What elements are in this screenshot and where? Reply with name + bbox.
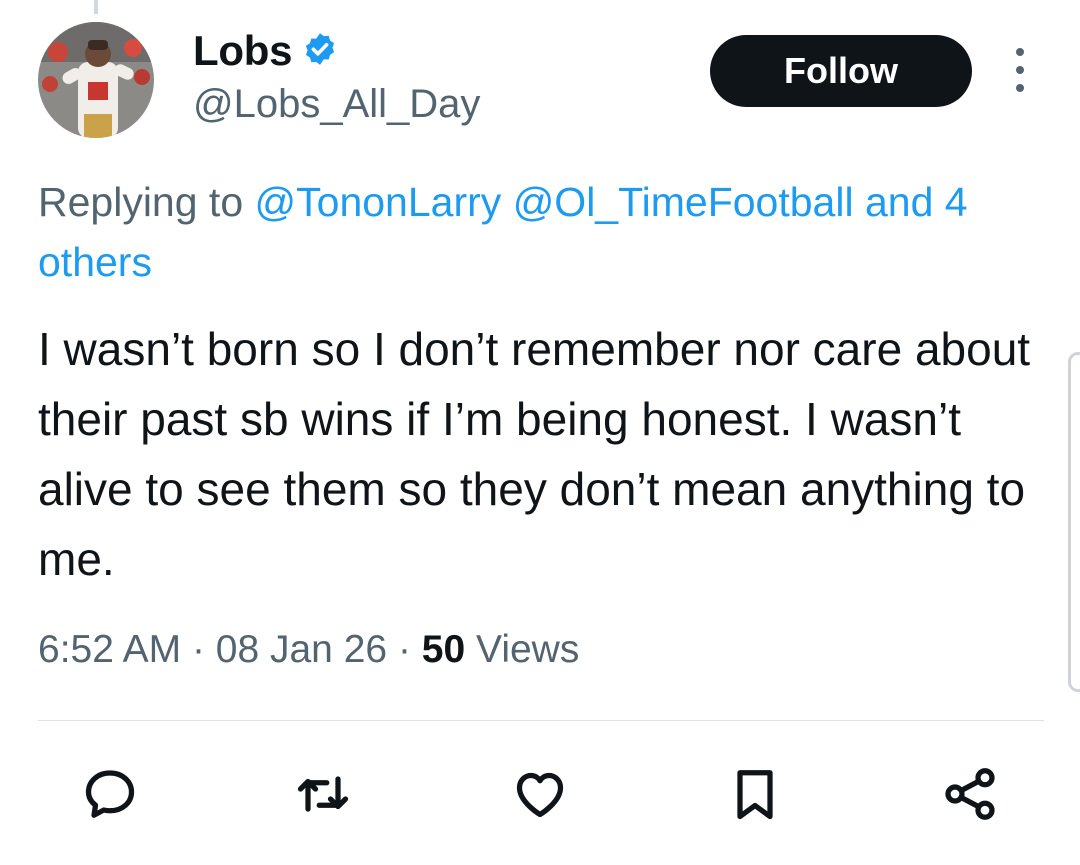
scrollbar-handle[interactable]	[1068, 352, 1080, 692]
mention-link[interactable]: @TononLarry	[255, 179, 502, 225]
replying-to-prefix: Replying to	[38, 179, 244, 225]
share-icon[interactable]	[940, 764, 1000, 824]
bookmark-icon[interactable]	[725, 764, 785, 824]
author-display-name[interactable]: Lobs	[193, 27, 292, 75]
follow-button[interactable]: Follow	[710, 35, 972, 107]
thread-connector-line	[94, 0, 98, 14]
meta-separator: ·	[397, 628, 411, 671]
views-label[interactable]: Views	[476, 628, 579, 671]
replying-to-line: Replying to @TononLarry @Ol_TimeFootball…	[38, 172, 1058, 292]
mention-link[interactable]: @Ol_TimeFootball	[513, 179, 854, 225]
avatar[interactable]	[38, 22, 154, 138]
author-handle[interactable]: @Lobs_All_Day	[193, 82, 480, 127]
like-icon[interactable]	[510, 764, 570, 824]
author-name-row: Lobs	[193, 26, 338, 76]
replying-joiner[interactable]: and	[865, 179, 933, 225]
tweet-metadata: 6:52 AM · 08 Jan 26 · 50 Views	[38, 628, 579, 672]
verified-badge-icon	[302, 31, 338, 72]
tweet-time[interactable]: 6:52 AM	[38, 628, 181, 671]
tweet-text: I wasn’t born so I don’t remember nor ca…	[38, 323, 1031, 585]
divider	[38, 720, 1044, 721]
meta-separator: ·	[191, 628, 205, 671]
tweet-date[interactable]: 08 Jan 26	[216, 628, 387, 671]
more-options-icon[interactable]	[1008, 48, 1032, 92]
views-count[interactable]: 50	[422, 628, 465, 671]
reply-icon[interactable]	[80, 764, 140, 824]
retweet-icon[interactable]	[293, 764, 353, 824]
